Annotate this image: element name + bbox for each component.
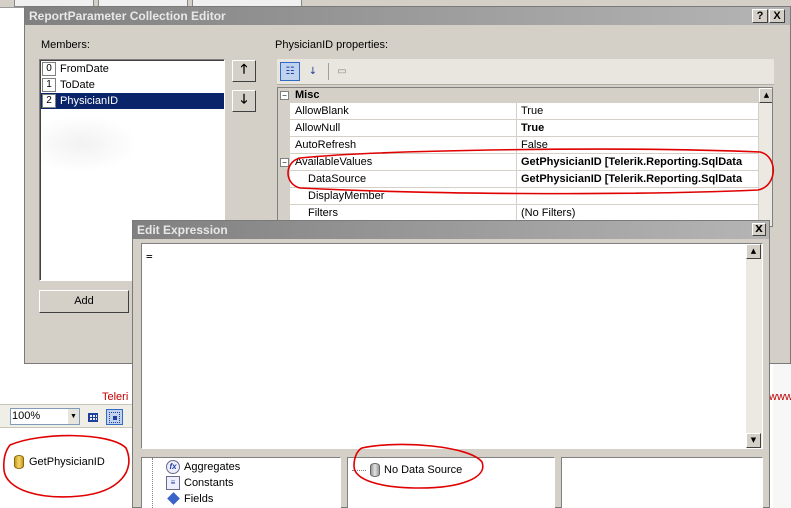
row-gutter [278, 137, 290, 154]
arrow-up-icon: 🡑 [240, 62, 248, 77]
property-pages-button[interactable]: ▭ [332, 62, 352, 81]
property-name: AllowNull [292, 120, 517, 137]
property-name: AvailableValues [292, 154, 517, 171]
property-row-datasource[interactable]: DataSource GetPhysicianID [Telerik.Repor… [278, 171, 758, 188]
members-label: Members: [41, 39, 90, 51]
row-gutter: − [278, 154, 290, 171]
properties-label: PhysicianID properties: [275, 39, 389, 51]
database-icon [14, 455, 24, 469]
row-gutter [278, 188, 290, 205]
property-value[interactable]: True [518, 103, 758, 120]
data-source-item[interactable]: GetPhysicianID [14, 455, 105, 469]
close-button[interactable]: X [752, 223, 766, 236]
property-value[interactable]: GetPhysicianID [Telerik.Reporting.SqlDat… [518, 171, 758, 188]
tree-item-label: No Data Source [384, 464, 463, 476]
redacted-area [43, 115, 139, 173]
property-pages-icon: ▭ [337, 66, 347, 77]
property-grid-toolbar: ☷ ↓ ▭ [277, 59, 774, 85]
property-name: DisplayMember [292, 188, 517, 205]
categorized-icon: ☷ [285, 66, 295, 77]
categorized-button[interactable]: ☷ [280, 62, 300, 81]
arrow-down-icon: 🡓 [240, 92, 248, 107]
expression-fields-pane[interactable]: No Data Source [347, 457, 555, 508]
member-index: 2 [42, 94, 56, 108]
constants-icon: ≡ [166, 476, 180, 490]
function-icon: fx [166, 460, 180, 474]
expression-category-tree[interactable]: fx Aggregates ≡ Constants Fields [141, 457, 341, 508]
designer-toolbar: 100% ▼ [0, 404, 134, 428]
property-name: AllowBlank [292, 103, 517, 120]
property-row-availablevalues[interactable]: − AvailableValues GetPhysicianID [Teleri… [278, 154, 758, 171]
grid-icon [88, 413, 98, 422]
snap-icon [109, 412, 120, 423]
tree-item-fields[interactable]: Fields [152, 491, 213, 507]
move-up-button[interactable]: 🡑 [232, 60, 256, 82]
dialog-title: Edit Expression [137, 223, 228, 237]
property-grid-scrollbar[interactable]: ▲ [758, 88, 772, 226]
chevron-down-icon[interactable]: ▼ [68, 409, 79, 424]
tree-item-label: Aggregates [184, 461, 241, 473]
zoom-dropdown[interactable]: 100% ▼ [10, 408, 80, 425]
row-gutter [278, 171, 290, 188]
tree-line [352, 469, 366, 471]
property-value[interactable]: False [518, 137, 758, 154]
window-title: ReportParameter Collection Editor [29, 9, 226, 23]
member-item[interactable]: 1 ToDate [41, 77, 224, 93]
move-down-button[interactable]: 🡓 [232, 90, 256, 112]
member-index: 1 [42, 78, 56, 92]
alphabetical-icon: ↓ [308, 66, 318, 77]
property-row-autorefresh[interactable]: AutoRefresh False [278, 137, 758, 154]
tree-item-aggregates[interactable]: fx Aggregates [152, 459, 240, 475]
add-button[interactable]: Add [39, 290, 129, 313]
scroll-up-icon[interactable]: ▲ [759, 88, 772, 103]
snap-to-grid-button[interactable] [106, 409, 123, 425]
property-row-allowblank[interactable]: AllowBlank True [278, 103, 758, 120]
database-icon [370, 463, 380, 477]
member-index: 0 [42, 62, 56, 76]
collapse-icon[interactable]: − [280, 91, 289, 100]
property-value[interactable]: True [518, 120, 758, 137]
row-gutter [278, 120, 290, 137]
no-data-source-item[interactable]: No Data Source [352, 462, 462, 478]
fields-icon [166, 492, 180, 506]
edit-expression-title-bar[interactable]: Edit Expression [133, 221, 769, 239]
member-name: FromDate [60, 63, 109, 75]
row-gutter [278, 103, 290, 120]
collapse-icon[interactable]: − [280, 158, 289, 167]
data-source-label: GetPhysicianID [29, 456, 105, 468]
zoom-value: 100% [12, 410, 41, 422]
expression-description-pane [561, 457, 763, 508]
close-button[interactable]: X [769, 9, 785, 23]
property-grid[interactable]: − Misc AllowBlank True AllowNull True Au… [277, 87, 773, 227]
designer-error-text: Teleri [102, 391, 129, 403]
category-label: Misc [295, 89, 320, 101]
tree-item-label: Fields [184, 493, 214, 505]
expression-text: = [146, 250, 153, 263]
edit-expression-dialog: Edit Expression X = ▲ ▼ fx Aggregates ≡ … [132, 220, 770, 508]
property-value[interactable]: GetPhysicianID [Telerik.Reporting.SqlDat… [518, 154, 758, 171]
property-value[interactable] [518, 188, 758, 205]
expression-scrollbar[interactable]: ▲ ▼ [746, 244, 762, 448]
property-name: AutoRefresh [292, 137, 517, 154]
alphabetical-button[interactable]: ↓ [303, 62, 323, 81]
collection-editor-title-bar[interactable]: ReportParameter Collection Editor [25, 7, 790, 25]
help-button[interactable]: ? [752, 9, 768, 23]
toolbar-separator [328, 63, 329, 80]
member-name: ToDate [60, 79, 95, 91]
expression-editor[interactable]: = ▲ ▼ [141, 243, 763, 449]
property-row-allownull[interactable]: AllowNull True [278, 120, 758, 137]
designer-error-link[interactable]: www [769, 391, 791, 403]
property-row-displaymember[interactable]: DisplayMember [278, 188, 758, 205]
member-item[interactable]: 0 FromDate [41, 61, 224, 77]
tree-item-constants[interactable]: ≡ Constants [152, 475, 234, 491]
show-grid-button[interactable] [84, 409, 101, 425]
member-item-selected[interactable]: 2 PhysicianID [41, 93, 224, 109]
scroll-down-icon[interactable]: ▼ [746, 433, 761, 448]
property-name: DataSource [292, 171, 517, 188]
category-row-misc[interactable]: − Misc [278, 88, 758, 103]
scroll-up-icon[interactable]: ▲ [746, 244, 761, 259]
tree-item-label: Constants [184, 477, 234, 489]
member-name: PhysicianID [60, 95, 119, 107]
